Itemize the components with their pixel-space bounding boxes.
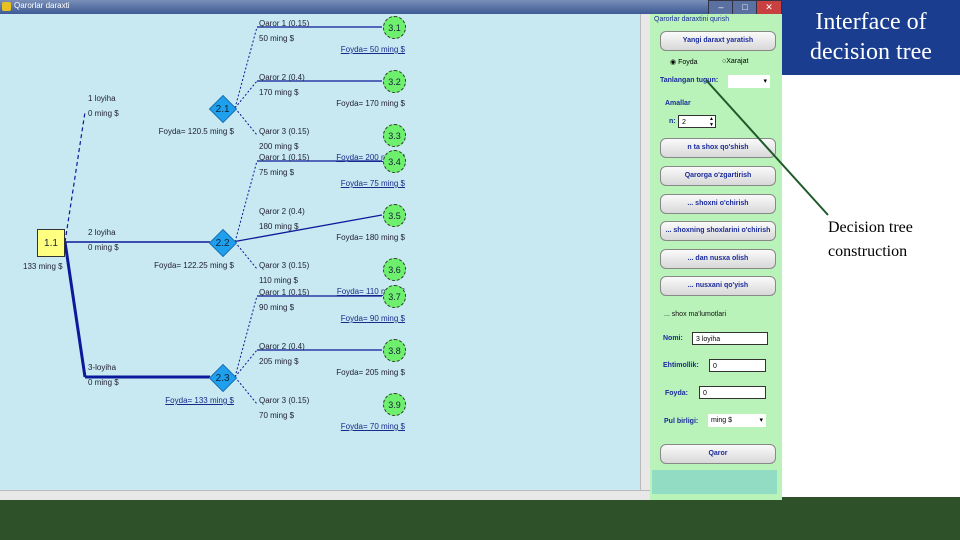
- slide-footer: [0, 500, 960, 540]
- annotation-arrow: [705, 79, 829, 216]
- slide-footer-strip: [782, 497, 960, 501]
